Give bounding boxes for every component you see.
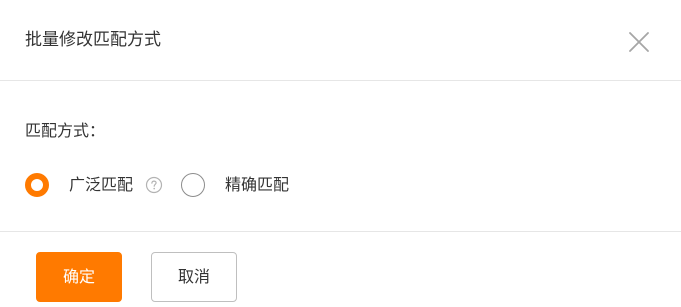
radio-broad-match[interactable]: 广泛匹配 xyxy=(25,173,163,197)
radio-exact-match[interactable]: 精确匹配 xyxy=(181,173,289,197)
cancel-button[interactable]: 取消 xyxy=(151,252,237,302)
match-type-label: 匹配方式： xyxy=(25,121,106,140)
match-type-radio-group: 广泛匹配 精确匹配 xyxy=(25,171,289,199)
dialog-title: 批量修改匹配方式 xyxy=(25,30,161,50)
dialog-header: 批量修改匹配方式 xyxy=(0,0,681,81)
radio-exact-match-label: 精确匹配 xyxy=(225,175,290,194)
radio-checked-icon[interactable] xyxy=(25,173,49,197)
dialog-footer: 确定 取消 xyxy=(0,232,681,307)
close-icon[interactable] xyxy=(626,29,652,55)
radio-broad-match-label: 广泛匹配 xyxy=(69,175,134,194)
question-circle-icon[interactable] xyxy=(145,176,163,194)
radio-unchecked-icon[interactable] xyxy=(181,173,206,197)
confirm-button[interactable]: 确定 xyxy=(36,252,122,302)
batch-match-type-dialog: 批量修改匹配方式 匹配方式： 广泛匹配 精确匹配 确定 取消 xyxy=(0,0,681,307)
dialog-body: 匹配方式： 广泛匹配 精确匹配 xyxy=(0,81,681,232)
